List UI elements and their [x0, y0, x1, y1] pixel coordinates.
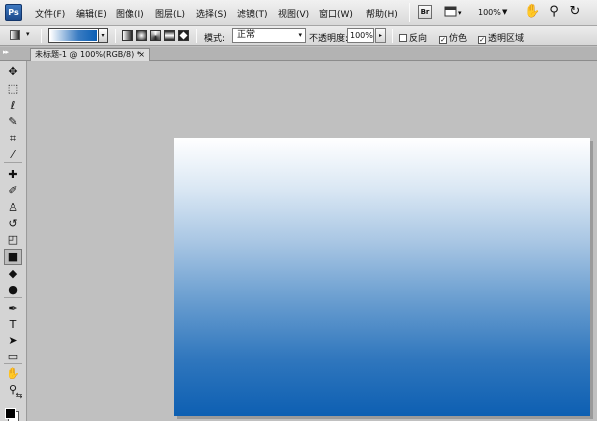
clone-stamp-tool-icon[interactable]: ♙	[4, 200, 22, 216]
menu-layer[interactable]: 图层(L)	[155, 7, 185, 20]
gradient-tool-preset-icon	[10, 30, 20, 40]
svg-text:▾: ▾	[458, 9, 462, 17]
transparency-label: 透明区域	[488, 34, 525, 44]
rotate-view-icon[interactable]: ↻	[567, 4, 583, 20]
move-tool-icon[interactable]: ✥	[4, 64, 22, 80]
document-workspace[interactable]	[28, 62, 597, 421]
gradient-picker[interactable]: ▾	[48, 28, 108, 43]
opacity-input[interactable]: 100%	[347, 28, 374, 43]
options-separator	[392, 29, 393, 43]
menu-window[interactable]: 窗口(W)	[319, 7, 353, 20]
hand-icon[interactable]: ✋	[524, 4, 540, 20]
menu-view[interactable]: 视图(V)	[278, 7, 309, 20]
gradient-tool-icon[interactable]: ■	[4, 249, 22, 265]
path-select-tool-icon[interactable]: ➤	[4, 333, 22, 349]
marquee-tool-icon[interactable]: ⬚	[4, 81, 22, 97]
collapse-panel-icon[interactable]: ▸▸	[3, 48, 9, 56]
zoom-level[interactable]: 100%	[478, 8, 501, 17]
radial-gradient-icon[interactable]	[136, 30, 147, 41]
menu-image[interactable]: 图像(I)	[116, 7, 144, 20]
screen-mode-icon[interactable]: ▾	[444, 6, 464, 18]
type-tool-icon[interactable]: T	[4, 317, 22, 333]
reflected-gradient-icon[interactable]	[164, 30, 175, 41]
menu-bar: Ps 文件(F) 编辑(E) 图像(I) 图层(L) 选择(S) 滤镜(T) 视…	[0, 0, 597, 26]
angle-gradient-icon[interactable]	[150, 30, 161, 41]
mode-select[interactable]: 正常 ▾	[232, 28, 306, 43]
dither-checkbox[interactable]: ✓ 仿色	[439, 31, 467, 44]
hand-tool-icon[interactable]: ✋	[4, 366, 22, 382]
pen-tool-icon[interactable]: ✒	[4, 301, 22, 317]
reverse-checkbox[interactable]: 反向	[399, 31, 427, 44]
opacity-label: 不透明度:	[309, 34, 349, 44]
menu-separator	[409, 3, 410, 22]
transparency-checkbox-box[interactable]: ✓	[478, 36, 486, 44]
opacity-slider-button[interactable]: ▸	[375, 28, 386, 43]
document-tab-strip: ▸▸ 未标题-1 @ 100%(RGB/8) * ×	[0, 47, 597, 61]
menu-edit[interactable]: 编辑(E)	[76, 7, 107, 20]
reverse-checkbox-box[interactable]	[399, 34, 407, 42]
zoom-icon[interactable]: ⚲	[546, 4, 562, 20]
close-icon[interactable]: ×	[138, 49, 145, 61]
dodge-tool-icon[interactable]: ●	[4, 282, 22, 298]
quick-select-tool-icon[interactable]: ✎	[4, 114, 22, 130]
zoom-dropdown-icon[interactable]: ▼	[502, 8, 507, 16]
tool-separator	[4, 363, 22, 364]
transparency-checkbox[interactable]: ✓ 透明区域	[478, 31, 524, 44]
eraser-tool-icon[interactable]: ◰	[4, 232, 22, 248]
chevron-down-icon: ▾	[298, 31, 302, 39]
photoshop-logo-icon: Ps	[5, 4, 22, 21]
diamond-gradient-icon[interactable]	[178, 30, 189, 41]
brush-tool-icon[interactable]: ✐	[4, 183, 22, 199]
document-canvas[interactable]	[174, 138, 590, 416]
tool-separator	[4, 297, 22, 298]
dither-label: 仿色	[449, 34, 468, 44]
linear-gradient-icon[interactable]	[122, 30, 133, 41]
menu-help[interactable]: 帮助(H)	[366, 7, 398, 20]
lasso-tool-icon[interactable]: ℓ	[4, 98, 22, 114]
bridge-button[interactable]: Br	[418, 5, 432, 19]
document-tab[interactable]: 未标题-1 @ 100%(RGB/8) * ×	[30, 48, 150, 61]
foreground-color-swatch[interactable]	[5, 408, 16, 419]
dither-checkbox-box[interactable]: ✓	[439, 36, 447, 44]
gradient-swatch[interactable]	[50, 30, 97, 41]
chevron-down-icon: ▾	[26, 30, 30, 38]
crop-tool-icon[interactable]: ⌗	[4, 131, 22, 147]
options-separator	[41, 29, 42, 43]
menu-filter[interactable]: 滤镜(T)	[237, 7, 268, 20]
blur-tool-icon[interactable]: ◆	[4, 266, 22, 282]
eyedropper-tool-icon[interactable]: ⁄	[4, 147, 22, 163]
options-bar: ▾ ▾ 模式: 正常 ▾ 不透明度: 100% ▸ 反向 ✓ 仿色 ✓ 透明区域	[0, 26, 597, 46]
reverse-label: 反向	[409, 34, 428, 44]
tools-panel: ✥ ⬚ ℓ ✎ ⌗ ⁄ ✚ ✐ ♙ ↺ ◰ ■ ◆ ● ✒ T ➤ ▭ ✋ ⚲ ⇆	[0, 61, 27, 421]
menu-file[interactable]: 文件(F)	[35, 7, 65, 20]
mode-label: 模式:	[204, 34, 226, 44]
options-separator	[196, 29, 197, 43]
tool-preset-picker[interactable]: ▾	[6, 29, 36, 43]
tool-separator	[4, 162, 22, 163]
mode-value: 正常	[237, 30, 256, 40]
history-brush-tool-icon[interactable]: ↺	[4, 216, 22, 232]
menu-select[interactable]: 选择(S)	[196, 7, 227, 20]
gradient-dropdown-button[interactable]: ▾	[98, 29, 107, 42]
document-tab-title: 未标题-1 @ 100%(RGB/8) *	[35, 50, 141, 59]
swap-colors-icon[interactable]: ⇆	[14, 391, 24, 401]
options-separator	[115, 29, 116, 43]
healing-brush-tool-icon[interactable]: ✚	[4, 167, 22, 183]
